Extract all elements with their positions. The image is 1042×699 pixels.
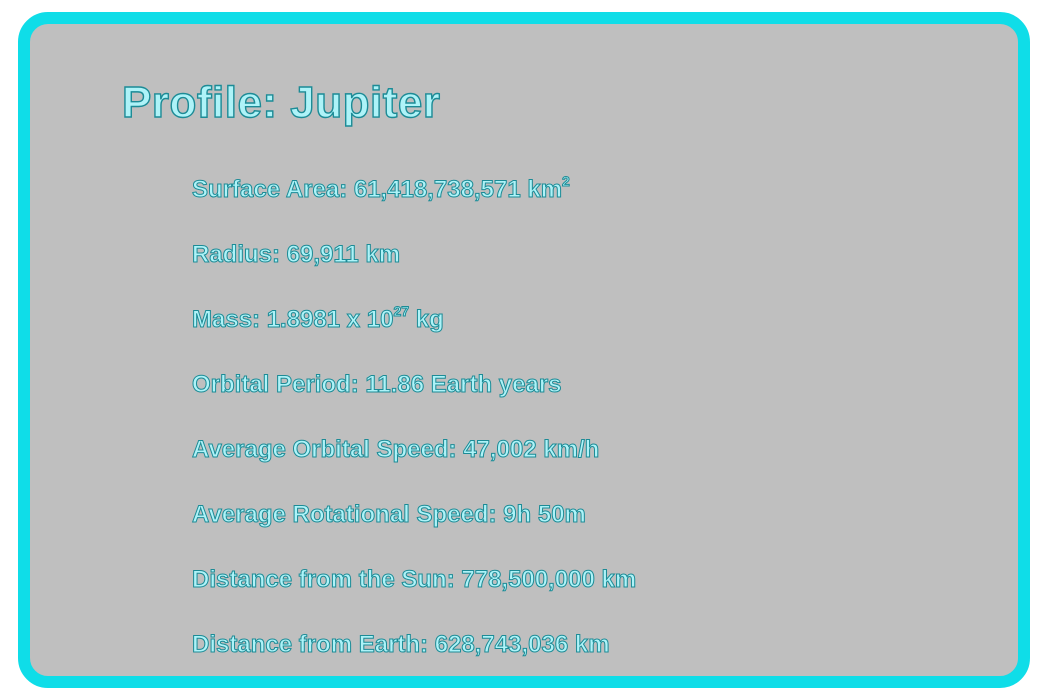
fact-orbital-period: Orbital Period: 11.86 Earth years — [191, 371, 562, 399]
page-title: Profile: Jupiter — [121, 77, 441, 127]
fact-surface-area-text: Surface Area: 61,418,738,571 km — [191, 176, 563, 204]
fact-mass-text: Mass: 1.8981 x 10 — [191, 306, 394, 334]
fact-radius: Radius: 69,911 km — [191, 241, 401, 269]
fact-surface-area: Surface Area: 61,418,738,571 km2 — [191, 172, 636, 237]
planet-facts-list: Surface Area: 61,418,738,571 km2 Radius:… — [191, 172, 637, 692]
fact-distance-from-sun: Distance from the Sun: 778,500,000 km — [191, 566, 637, 594]
fact-average-orbital-speed: Average Orbital Speed: 47,002 km/h — [191, 436, 600, 464]
fact-mass: Mass: 1.8981 x 1027 kg — [191, 302, 636, 367]
fact-surface-area-exponent: 2 — [562, 173, 571, 189]
fact-mass-suffix: kg — [409, 306, 444, 334]
fact-average-rotational-speed: Average Rotational Speed: 9h 50m — [191, 501, 586, 529]
profile-panel: Profile: Jupiter Surface Area: 61,418,73… — [18, 12, 1030, 688]
fact-distance-from-earth: Distance from Earth: 628,743,036 km — [191, 631, 610, 659]
fact-mass-exponent: 27 — [393, 303, 410, 319]
